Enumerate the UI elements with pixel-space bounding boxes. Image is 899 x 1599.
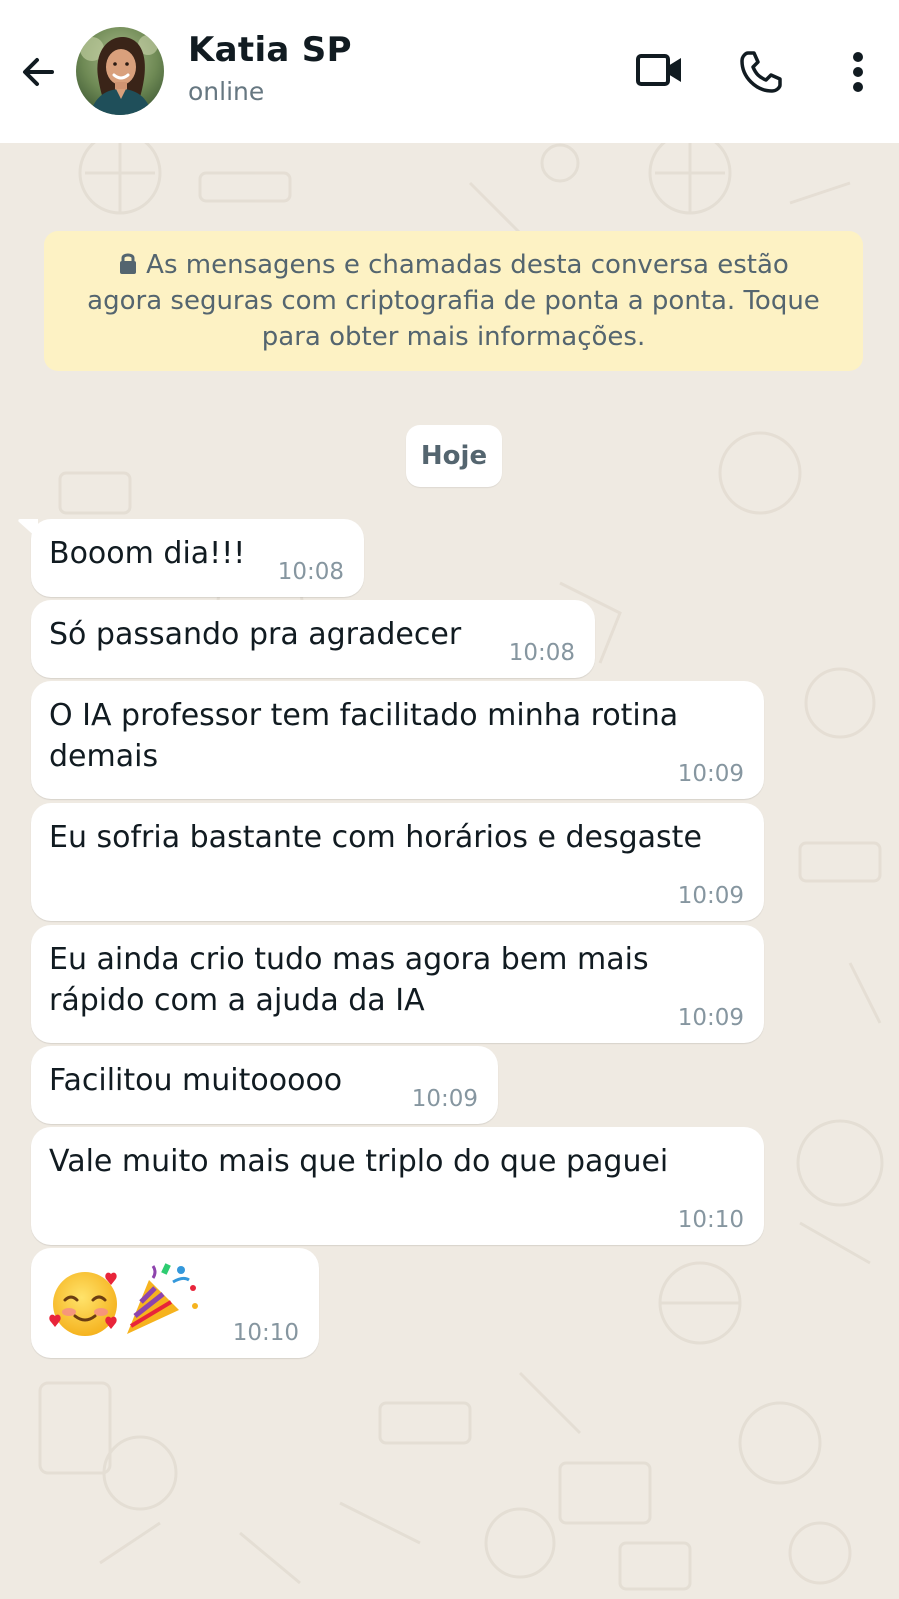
message-text: Eu ainda crio tudo mas agora bem mais rá… [49,939,649,1021]
video-call-button[interactable] [632,44,688,96]
message-line: rápido com a ajuda da IA [49,983,425,1018]
voice-call-button[interactable] [733,44,789,100]
party-popper-emoji [127,1263,198,1334]
message-text: Só passando pra agradecer [49,617,462,652]
encryption-notice-line-2: agora seguras com criptografia de ponta … [87,286,820,316]
message-bubble[interactable]: Só passando pra agradecer 10:08 [31,600,595,678]
message-line: O IA professor tem facilitado minha roti… [49,698,679,733]
lock-icon [120,253,137,274]
message-time: 10:08 [508,640,575,666]
message-text: O IA professor tem facilitado minha roti… [49,695,678,777]
more-options-icon [853,52,863,92]
message-bubble[interactable]: Eu sofria bastante com horários e desgas… [31,803,764,921]
message-bubble[interactable]: O IA professor tem facilitado minha roti… [31,681,764,799]
message-time: 10:09 [677,761,744,787]
back-button[interactable] [14,50,62,94]
message-time: 10:09 [677,1005,744,1031]
message-time: 10:10 [232,1320,299,1346]
message-time: 10:08 [277,559,344,585]
encryption-notice[interactable]: As mensagens e chamadas desta conversa e… [44,231,863,371]
video-call-icon [636,54,681,86]
message-text: Facilitou muitooooo [49,1063,343,1098]
message-time: 10:09 [677,883,744,909]
message-line: demais [49,739,159,774]
contact-name[interactable]: Katia SP [188,30,352,70]
smiling-face-with-hearts-emoji [49,1272,117,1336]
contact-status: online [188,77,265,106]
message-bubble[interactable]: Booom dia!!! 10:08 [18,519,364,597]
date-separator: Hoje [406,425,502,487]
message-bubble[interactable]: Facilitou muitooooo 10:09 [31,1046,498,1124]
message-time: 10:09 [411,1086,478,1112]
message-time: 10:10 [677,1207,744,1233]
more-options-button[interactable] [836,44,880,100]
chat-header: Katia SP online [0,0,899,143]
chat-area[interactable]: As mensagens e chamadas desta conversa e… [0,143,899,1599]
message-bubble[interactable]: Vale muito mais que triplo do que paguei… [31,1127,764,1245]
contact-avatar[interactable] [76,27,164,115]
message-bubble[interactable]: 🥰🎉 [31,1248,319,1358]
encryption-notice-line-3: para obter mais informações. [261,322,646,352]
encryption-notice-line-1: As mensagens e chamadas desta conversa e… [146,250,789,280]
phone-icon [740,51,782,93]
message-text: Vale muito mais que triplo do que paguei [49,1144,669,1179]
message-text: Booom dia!!! [49,536,246,571]
back-arrow-icon [23,58,54,86]
message-text: Eu sofria bastante com horários e desgas… [49,820,702,855]
bubble-tail [18,519,38,539]
message-bubble[interactable]: Eu ainda crio tudo mas agora bem mais rá… [31,925,764,1043]
message-line: Eu ainda crio tudo mas agora bem mais [49,942,649,977]
